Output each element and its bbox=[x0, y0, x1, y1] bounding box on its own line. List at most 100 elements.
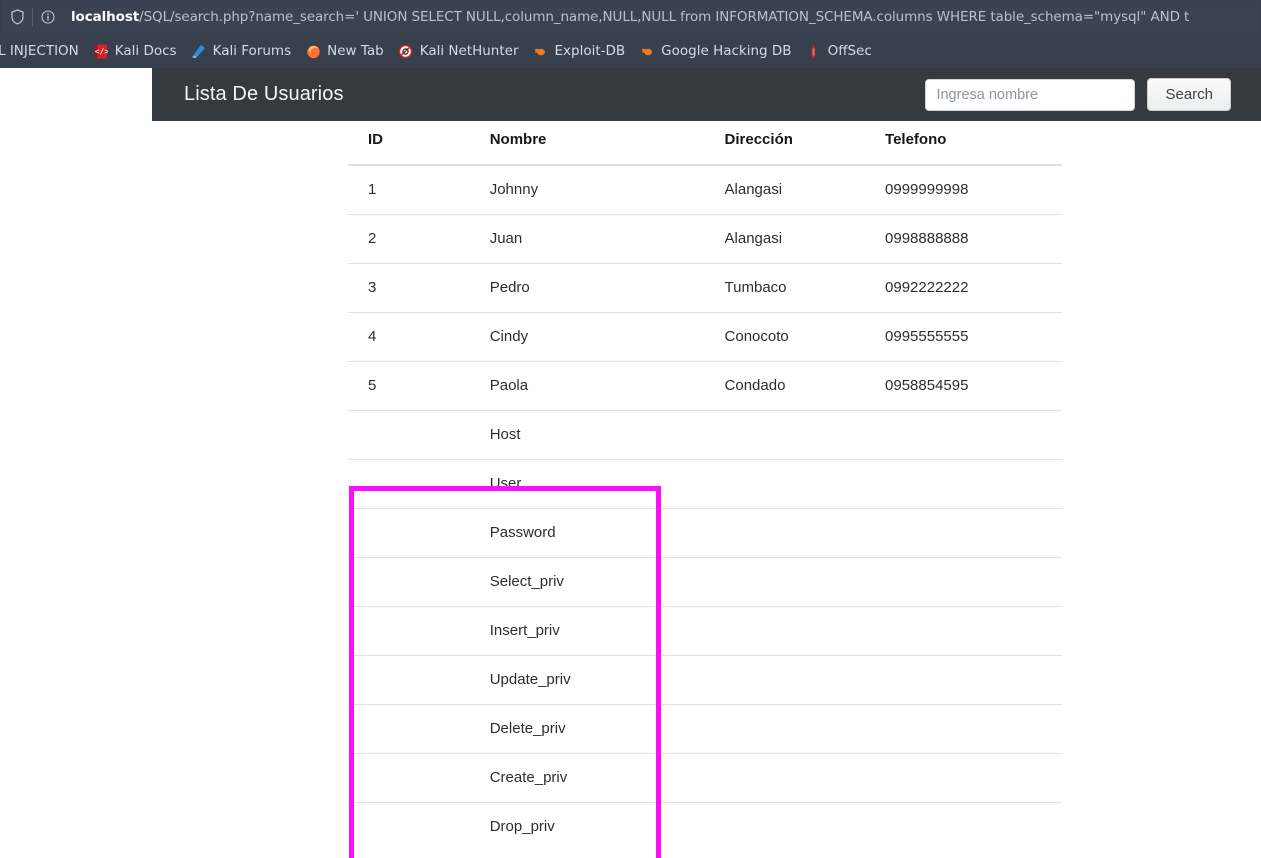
browser-chrome: localhost/SQL/search.php?name_search=' U… bbox=[0, 0, 1261, 68]
cell-nombre: Drop_priv bbox=[409, 801, 725, 851]
bookmark-item-label: Kali Forums bbox=[212, 43, 292, 59]
column-header-direccion[interactable]: Dirección bbox=[724, 121, 886, 166]
table-row: Create_priv bbox=[348, 752, 1062, 802]
cell-nombre: Delete_priv bbox=[409, 703, 725, 753]
cell-direccion bbox=[724, 409, 886, 459]
search-button[interactable]: Search bbox=[1147, 78, 1231, 111]
page-title: Lista De Usuarios bbox=[184, 83, 344, 105]
cell-nombre: Insert_priv bbox=[409, 605, 725, 655]
cell-id: 5 bbox=[348, 360, 410, 410]
cell-id bbox=[348, 605, 410, 655]
cell-telefono bbox=[885, 801, 1062, 851]
cell-nombre: User bbox=[409, 458, 725, 508]
column-header-nombre[interactable]: Nombre bbox=[409, 121, 725, 166]
bookmark-kali-docs[interactable]: </> Kali Docs bbox=[86, 38, 184, 64]
navbar: Lista De Usuarios Search bbox=[152, 68, 1261, 121]
cell-direccion bbox=[724, 752, 886, 802]
cell-nombre: Host bbox=[409, 409, 725, 459]
column-header-id[interactable]: ID bbox=[348, 121, 410, 166]
page-content: Lista De Usuarios Search ID Nombre Direc… bbox=[0, 68, 1261, 858]
table-row: User bbox=[348, 458, 1062, 508]
cell-nombre: Juan bbox=[409, 213, 725, 263]
cell-direccion bbox=[724, 801, 886, 851]
table-row: 1 Johnny Alangasi 0999999998 bbox=[348, 165, 1062, 214]
cell-direccion bbox=[724, 458, 886, 508]
shield-icon[interactable] bbox=[2, 1, 32, 33]
exploit-db-icon bbox=[533, 43, 549, 59]
users-table: ID Nombre Dirección Telefono 1 Johnny Alan… bbox=[348, 121, 1062, 851]
firefox-icon bbox=[305, 43, 321, 59]
cell-telefono: 0998888888 bbox=[885, 213, 1062, 263]
kali-forums-icon bbox=[191, 43, 207, 59]
table-row: Drop_priv bbox=[348, 801, 1062, 851]
table-header: ID Nombre Dirección Telefono bbox=[348, 121, 1062, 166]
cell-telefono: 0958854595 bbox=[885, 360, 1062, 410]
table-row: Update_priv bbox=[348, 654, 1062, 704]
url-host: localhost bbox=[71, 9, 140, 25]
bookmark-kali-forums[interactable]: Kali Forums bbox=[184, 38, 299, 64]
bookmark-new-tab[interactable]: New Tab bbox=[298, 38, 391, 64]
table-row: 4 Cindy Conocoto 0995555555 bbox=[348, 311, 1062, 361]
column-header-telefono[interactable]: Telefono bbox=[885, 121, 1062, 166]
cell-telefono bbox=[885, 458, 1062, 508]
cell-direccion: Alangasi bbox=[724, 213, 886, 263]
table-row: 3 Pedro Tumbaco 0992222222 bbox=[348, 262, 1062, 312]
bookmark-item-label: Kali Docs bbox=[114, 43, 177, 59]
bookmark-item-label: OffSec bbox=[827, 43, 872, 59]
cell-direccion bbox=[724, 605, 886, 655]
search-input[interactable] bbox=[925, 78, 1136, 111]
cell-nombre: Cindy bbox=[409, 311, 725, 361]
cell-nombre: Select_priv bbox=[409, 556, 725, 606]
cell-id: 4 bbox=[348, 311, 410, 361]
cell-id: 3 bbox=[348, 262, 410, 312]
google-hacking-db-icon bbox=[639, 43, 655, 59]
cell-id bbox=[348, 409, 410, 459]
cell-direccion: Tumbaco bbox=[724, 262, 886, 312]
cell-telefono: 0992222222 bbox=[885, 262, 1062, 312]
cell-nombre: Pedro bbox=[409, 262, 725, 312]
cell-direccion bbox=[724, 556, 886, 606]
kali-nethunter-icon bbox=[398, 43, 414, 59]
url-text: localhost/SQL/search.php?name_search=' U… bbox=[63, 9, 1189, 25]
bookmark-item-label: New Tab bbox=[327, 43, 384, 59]
cell-telefono bbox=[885, 752, 1062, 802]
cell-id bbox=[348, 801, 410, 851]
cell-direccion: Alangasi bbox=[724, 181, 783, 199]
svg-text:</>: </> bbox=[95, 47, 108, 56]
table-body: 1 Johnny Alangasi 0999999998 2 Juan Alangasi 09… bbox=[348, 165, 1062, 851]
cell-id bbox=[348, 654, 410, 704]
url-bar-row: localhost/SQL/search.php?name_search=' U… bbox=[0, 0, 1261, 34]
cell-id bbox=[348, 458, 410, 508]
bookmark-item-label: Google Hacking DB bbox=[661, 43, 792, 59]
info-circle-icon[interactable] bbox=[33, 1, 63, 33]
table-row: Insert_priv bbox=[348, 605, 1062, 655]
bookmark-exploit-db[interactable]: Exploit-DB bbox=[526, 38, 633, 64]
cell-telefono bbox=[885, 654, 1062, 704]
cell-telefono bbox=[885, 703, 1062, 753]
cell-telefono bbox=[885, 605, 1062, 655]
cell-nombre: Johnny bbox=[489, 181, 539, 199]
table-row: Host bbox=[348, 409, 1062, 459]
cell-id bbox=[348, 752, 410, 802]
bookmark-offsec[interactable]: OffSec bbox=[799, 38, 879, 64]
table-header-row: ID Nombre Dirección Telefono bbox=[348, 121, 1062, 166]
bookmark-kali-nethunter[interactable]: Kali NetHunter bbox=[391, 38, 526, 64]
bookmark-sql-injection[interactable]: L INJECTION bbox=[0, 38, 86, 64]
cell-direccion bbox=[724, 703, 886, 753]
cell-direccion bbox=[724, 654, 886, 704]
bookmark-item-label: L INJECTION bbox=[0, 43, 79, 59]
cell-nombre: Password bbox=[409, 507, 725, 557]
bookmark-google-hacking-db[interactable]: Google Hacking DB bbox=[632, 38, 798, 64]
cell-id bbox=[348, 556, 410, 606]
cell-id: 2 bbox=[348, 213, 410, 263]
cell-telefono bbox=[885, 556, 1062, 606]
table-row: Password bbox=[348, 507, 1062, 557]
address-bar[interactable]: localhost/SQL/search.php?name_search=' U… bbox=[2, 1, 1259, 33]
cell-direccion: Condado bbox=[724, 360, 886, 410]
search-form: Search bbox=[925, 78, 1231, 111]
cell-id bbox=[348, 703, 410, 753]
cell-telefono: 0995555555 bbox=[885, 311, 1062, 361]
kali-docs-icon: </> bbox=[93, 43, 109, 59]
offsec-icon bbox=[806, 43, 822, 59]
table-row: 2 Juan Alangasi 0998888888 bbox=[348, 213, 1062, 263]
